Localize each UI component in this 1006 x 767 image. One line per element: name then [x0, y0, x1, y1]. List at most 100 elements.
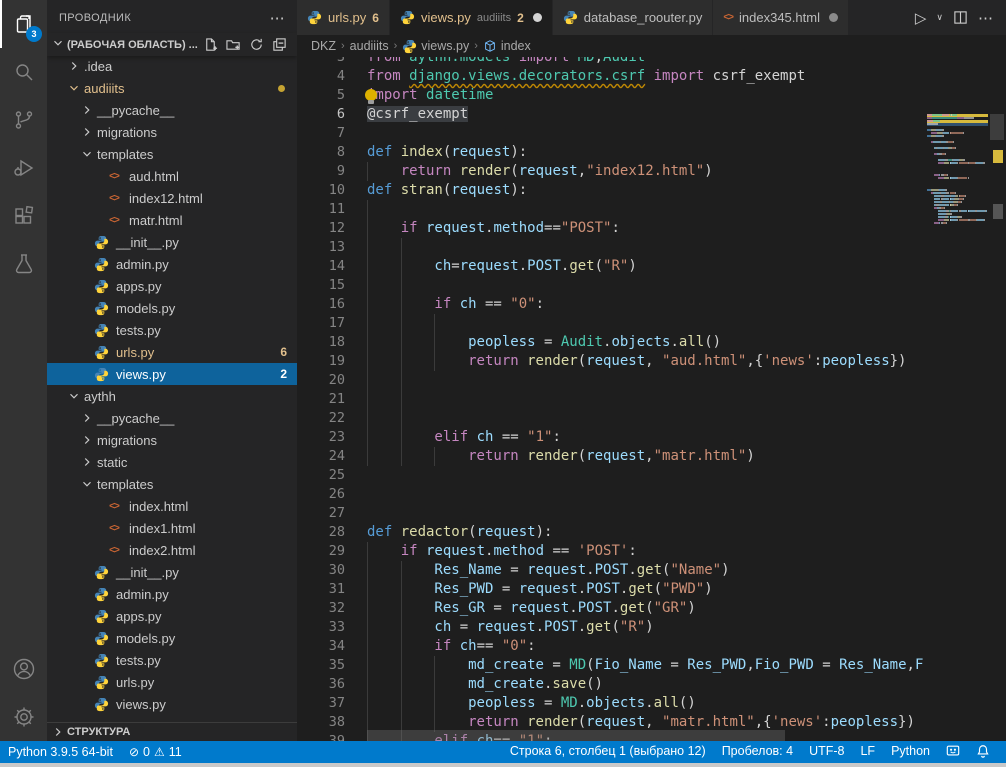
code-token: render — [527, 714, 578, 730]
collapse-all-icon[interactable] — [272, 37, 287, 52]
status-encoding[interactable]: UTF-8 — [801, 744, 852, 758]
code-token: ch — [434, 619, 451, 635]
activity-item-account[interactable] — [0, 645, 47, 693]
breadcrumb-label: DKZ — [311, 39, 336, 53]
run-python-file-icon[interactable]: ▷ — [915, 9, 927, 27]
tab-urls-py[interactable]: urls.py6 — [297, 0, 390, 35]
tree-item-aythh[interactable]: aythh — [47, 385, 297, 407]
tree-item-tests-py[interactable]: tests.py — [47, 649, 297, 671]
horizontal-scrollbar-slider[interactable] — [367, 730, 785, 741]
status-eol[interactable]: LF — [852, 744, 883, 758]
code-token: ) — [628, 258, 636, 274]
workspace-section-header[interactable]: (РАБОЧАЯ ОБЛАСТЬ) ... — [47, 33, 297, 56]
code-token: Res_PWD — [687, 657, 746, 673]
tree-item-models-py[interactable]: models.py — [47, 297, 297, 319]
outline-section-header[interactable]: СТРУКТУРА — [47, 722, 297, 741]
tree-item-audiiits[interactable]: audiiits — [47, 77, 297, 99]
line-number: 23 — [297, 428, 345, 447]
tree-item-migrations[interactable]: migrations — [47, 121, 297, 143]
tree-item-models-py[interactable]: models.py — [47, 627, 297, 649]
lightbulb-icon[interactable] — [365, 89, 377, 101]
tab-database-roouter-py[interactable]: database_roouter.py — [553, 0, 714, 35]
tree-item-index12-html[interactable]: <>index12.html — [47, 187, 297, 209]
tree-item-urls-py[interactable]: urls.py6 — [47, 341, 297, 363]
status-python-interpreter[interactable]: Python 3.9.5 64-bit — [0, 745, 121, 759]
breadcrumb-item-dkz[interactable]: DKZ — [311, 39, 336, 53]
tab-views-py[interactable]: views.pyaudiiits2 — [390, 0, 553, 35]
explorer-more-icon[interactable]: ⋯ — [270, 9, 285, 27]
tree-item-admin-py[interactable]: admin.py — [47, 253, 297, 275]
code-token: = — [536, 334, 561, 350]
activity-item-explorer[interactable]: 3 — [0, 0, 47, 48]
activity-item-extensions[interactable] — [0, 192, 47, 240]
code-line: 19return render(request, "aud.html",{'ne… — [297, 352, 925, 371]
tree-item-matr-html[interactable]: <>matr.html — [47, 209, 297, 231]
new-folder-icon[interactable] — [226, 37, 241, 52]
tree-item-admin-py[interactable]: admin.py — [47, 583, 297, 605]
code-token: peopless — [468, 695, 535, 711]
activity-item-settings[interactable] — [0, 693, 47, 741]
code-token: elif — [434, 429, 476, 445]
tree-item-templates[interactable]: templates — [47, 143, 297, 165]
code-line: 3from aythh.models import MD,Audit — [297, 57, 925, 67]
tree-item-templates[interactable]: templates — [47, 473, 297, 495]
code-token: = — [544, 657, 569, 673]
refresh-icon[interactable] — [249, 37, 264, 52]
tree-item-tests-py[interactable]: tests.py — [47, 319, 297, 341]
tree-item--pycache-[interactable]: __pycache__ — [47, 407, 297, 429]
tab-index345-html[interactable]: <>index345.html — [713, 0, 849, 35]
code-line-text: if request.method == 'POST': — [367, 542, 637, 561]
activity-item-testing[interactable] — [0, 240, 47, 288]
status-feedback[interactable] — [938, 744, 968, 761]
tree-item-index1-html[interactable]: <>index1.html — [47, 517, 297, 539]
code-token: objects — [586, 695, 645, 711]
tree-item-index2-html[interactable]: <>index2.html — [47, 539, 297, 561]
tree-item-views-py[interactable]: views.py2 — [47, 363, 297, 385]
code-line: 8def index(request): — [297, 143, 925, 162]
status-label: LF — [860, 744, 875, 758]
activity-item-run-debug[interactable] — [0, 144, 47, 192]
breadcrumb-item-views-py[interactable]: views.py — [402, 39, 469, 54]
code-line-text: ch=request.POST.get("R") — [367, 257, 637, 276]
vertical-scrollbar-slider[interactable] — [990, 114, 1004, 140]
tree-item-index-html[interactable]: <>index.html — [47, 495, 297, 517]
outline-label: СТРУКТУРА — [67, 726, 130, 738]
status-cursor-position[interactable]: Строка 6, столбец 1 (выбрано 12) — [502, 744, 714, 758]
editor-more-actions-icon[interactable]: ⋯ — [978, 9, 994, 27]
activity-item-source-control[interactable] — [0, 96, 47, 144]
minimap-line — [927, 222, 988, 225]
tree-item--pycache-[interactable]: __pycache__ — [47, 99, 297, 121]
status-notifications[interactable] — [968, 744, 998, 761]
breadcrumb-item-audiiits[interactable]: audiiits — [350, 39, 389, 53]
code-token: : — [814, 353, 822, 369]
breadcrumb-separator: › — [474, 40, 478, 52]
tree-item-static[interactable]: static — [47, 451, 297, 473]
tree-item-label: aythh — [84, 389, 116, 404]
unsaved-dot-icon — [533, 13, 542, 22]
tree-item--idea[interactable]: .idea — [47, 55, 297, 77]
breadcrumb-item-index[interactable]: index — [483, 39, 531, 53]
status-language-mode[interactable]: Python — [883, 744, 938, 758]
tree-item-migrations[interactable]: migrations — [47, 429, 297, 451]
indent-guide — [401, 276, 435, 295]
activity-item-search[interactable] — [0, 48, 47, 96]
code-token: return — [468, 714, 527, 730]
split-editor-icon[interactable] — [953, 10, 968, 25]
code-token: ch — [460, 296, 477, 312]
tree-item-aud-html[interactable]: <>aud.html — [47, 165, 297, 187]
tree-item-urls-py[interactable]: urls.py — [47, 671, 297, 693]
python-file-icon — [400, 10, 415, 25]
run-dropdown-chevron-icon[interactable]: ∨ — [936, 12, 943, 23]
minimap[interactable] — [925, 114, 988, 741]
new-file-icon[interactable] — [203, 37, 218, 52]
tree-item--init-py[interactable]: __init__.py — [47, 231, 297, 253]
code-editor[interactable]: 3from aythh.models import MD,Audit4from … — [297, 57, 1006, 741]
line-number: 15 — [297, 276, 345, 295]
tree-item-apps-py[interactable]: apps.py — [47, 605, 297, 627]
status-problems[interactable]: ⊘0⚠11 — [121, 745, 190, 759]
vertical-scrollbar[interactable] — [988, 114, 1006, 741]
tree-item-views-py[interactable]: views.py — [47, 693, 297, 715]
tree-item--init-py[interactable]: __init__.py — [47, 561, 297, 583]
status-indentation[interactable]: Пробелов: 4 — [714, 744, 801, 758]
tree-item-apps-py[interactable]: apps.py — [47, 275, 297, 297]
